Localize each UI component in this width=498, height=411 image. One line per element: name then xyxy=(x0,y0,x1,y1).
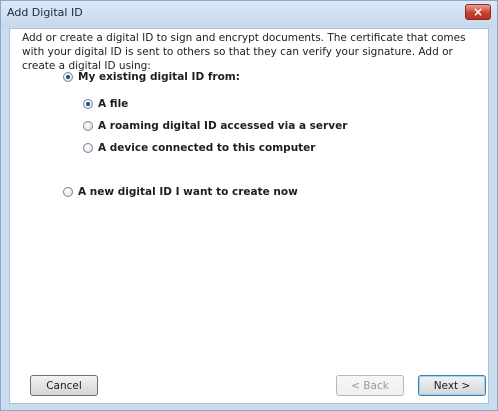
radio-unselected-icon[interactable] xyxy=(83,143,93,153)
radio-existing-digital-id-label: My existing digital ID from: xyxy=(78,71,240,83)
radio-device-connected[interactable]: A device connected to this computer xyxy=(83,142,316,154)
radio-a-file[interactable]: A file xyxy=(83,98,128,110)
radio-unselected-icon[interactable] xyxy=(83,121,93,131)
next-button[interactable]: Next > xyxy=(418,375,486,396)
title-bar[interactable]: Add Digital ID × xyxy=(1,1,497,27)
radio-selected-icon[interactable] xyxy=(83,99,93,109)
radio-new-digital-id-label: A new digital ID I want to create now xyxy=(78,186,298,198)
radio-existing-digital-id[interactable]: My existing digital ID from: xyxy=(63,71,240,83)
close-button[interactable]: × xyxy=(465,4,491,20)
cancel-button[interactable]: Cancel xyxy=(30,375,98,396)
intro-text: Add or create a digital ID to sign and e… xyxy=(22,32,466,72)
radio-roaming-digital-id[interactable]: A roaming digital ID accessed via a serv… xyxy=(83,120,347,132)
dialog-content xyxy=(9,28,489,404)
radio-new-digital-id[interactable]: A new digital ID I want to create now xyxy=(63,186,298,198)
radio-a-file-label: A file xyxy=(98,98,129,110)
radio-roaming-digital-id-label: A roaming digital ID accessed via a serv… xyxy=(98,120,348,132)
radio-device-connected-label: A device connected to this computer xyxy=(98,142,316,154)
radio-selected-icon[interactable] xyxy=(63,72,73,82)
add-digital-id-dialog: Add Digital ID × Add or create a digital… xyxy=(0,0,498,411)
back-button[interactable]: < Back xyxy=(336,375,404,396)
radio-unselected-icon[interactable] xyxy=(63,187,73,197)
window-title: Add Digital ID xyxy=(7,6,83,19)
close-icon: × xyxy=(472,5,484,19)
